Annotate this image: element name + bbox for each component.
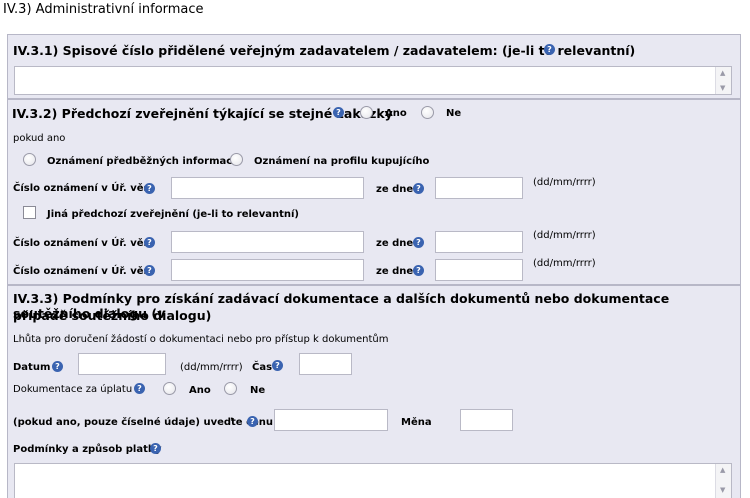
radio-label-predbeznych: Oznámení předběžných informací — [47, 156, 236, 167]
help-icon[interactable]: ? — [413, 183, 424, 194]
scrollbar[interactable]: ▲ ▼ — [715, 464, 731, 498]
ze-dne-label: ze dne — [376, 184, 414, 195]
cislo-oznameni-label: Číslo oznámení v Úř. věst — [13, 238, 155, 249]
radio-oznameni-profil[interactable] — [230, 153, 243, 166]
date-format-hint: (dd/mm/rrrr) — [533, 177, 596, 188]
date-format-hint: (dd/mm/rrrr) — [533, 230, 596, 241]
page-title: IV.3) Administrativní informace — [3, 2, 204, 17]
jina-zverejneni-checkbox[interactable] — [23, 206, 36, 219]
help-icon[interactable]: ? — [144, 183, 155, 194]
radio-uplata-ano[interactable] — [163, 382, 176, 395]
cislo-oznameni-input-3[interactable] — [171, 259, 364, 281]
podminky-label: Podmínky a způsob platby — [13, 444, 162, 455]
dokumentace-za-uplatu-label: Dokumentace za úplatu — [13, 384, 133, 395]
cas-input[interactable] — [299, 353, 352, 375]
radio-label-ne: Ne — [446, 108, 462, 119]
radio-oznameni-predbeznych[interactable] — [23, 153, 36, 166]
help-icon[interactable]: ? — [134, 383, 145, 394]
mena-label: Měna — [401, 417, 432, 428]
lhuta-label: Lhůta pro doručení žádostí o dokumentaci… — [13, 334, 389, 345]
scrollbar[interactable]: ▲ ▼ — [715, 67, 731, 94]
jina-zverejneni-label: Jiná předchozí zveřejnění (je-li to rele… — [47, 209, 299, 220]
scroll-up-icon[interactable]: ▲ — [720, 69, 725, 77]
radio-uplata-ne[interactable] — [224, 382, 237, 395]
scroll-down-icon[interactable]: ▼ — [720, 84, 725, 92]
help-icon[interactable]: ? — [333, 107, 344, 118]
cas-label: Čas — [252, 362, 273, 373]
scroll-down-icon[interactable]: ▼ — [720, 486, 725, 494]
section-iv-3-2: IV.3.2) Předchozí zveřejnění týkající se… — [7, 99, 741, 285]
radio-predchozi-ano[interactable] — [360, 106, 373, 119]
ze-dne-input-3[interactable] — [435, 259, 523, 281]
ze-dne-label: ze dne — [376, 266, 414, 277]
radio-predchozi-ne[interactable] — [421, 106, 434, 119]
datum-label: Datum — [13, 362, 51, 373]
spisove-cislo-textarea[interactable]: ▲ ▼ — [14, 66, 732, 95]
radio-label-ne: Ne — [250, 385, 266, 396]
help-icon[interactable]: ? — [413, 265, 424, 276]
ze-dne-label: ze dne — [376, 238, 414, 249]
pokud-ano-label: pokud ano — [13, 133, 66, 144]
section-iv-3-1: IV.3.1) Spisové číslo přidělené veřejným… — [7, 34, 741, 99]
help-icon[interactable]: ? — [272, 360, 283, 371]
help-icon[interactable]: ? — [413, 237, 424, 248]
radio-label-ano: Ano — [189, 385, 211, 396]
datum-input[interactable] — [78, 353, 166, 375]
ze-dne-input-2[interactable] — [435, 231, 523, 253]
date-format-hint: (dd/mm/rrrr) — [180, 362, 243, 373]
cena-label: (pokud ano, pouze číselné údaje) uveďte … — [13, 417, 274, 428]
cislo-oznameni-label: Číslo oznámení v Úř. věst — [13, 183, 155, 194]
section-title-iv-3-3-cont: případě soutěžního dialogu) — [13, 308, 212, 323]
cislo-oznameni-input-2[interactable] — [171, 231, 364, 253]
cislo-oznameni-label: Číslo oznámení v Úř. věst — [13, 266, 155, 277]
podminky-textarea[interactable]: ▲ ▼ — [14, 463, 732, 498]
help-icon[interactable]: ? — [247, 416, 258, 427]
cena-input[interactable] — [274, 409, 388, 431]
section-iv-3-3: IV.3.3) Podmínky pro získání zadávací do… — [7, 285, 741, 498]
mena-input[interactable] — [460, 409, 513, 431]
radio-label-profil: Oznámení na profilu kupujícího — [254, 156, 430, 167]
radio-label-ano: Ano — [385, 108, 407, 119]
section-title-iv-3-1: IV.3.1) Spisové číslo přidělené veřejným… — [13, 43, 636, 58]
scroll-up-icon[interactable]: ▲ — [720, 466, 725, 474]
help-icon[interactable]: ? — [52, 361, 63, 372]
help-icon[interactable]: ? — [144, 237, 155, 248]
cislo-oznameni-input-1[interactable] — [171, 177, 364, 199]
help-icon[interactable]: ? — [150, 443, 161, 454]
help-icon[interactable]: ? — [544, 44, 555, 55]
ze-dne-input-1[interactable] — [435, 177, 523, 199]
date-format-hint: (dd/mm/rrrr) — [533, 258, 596, 269]
help-icon[interactable]: ? — [144, 265, 155, 276]
